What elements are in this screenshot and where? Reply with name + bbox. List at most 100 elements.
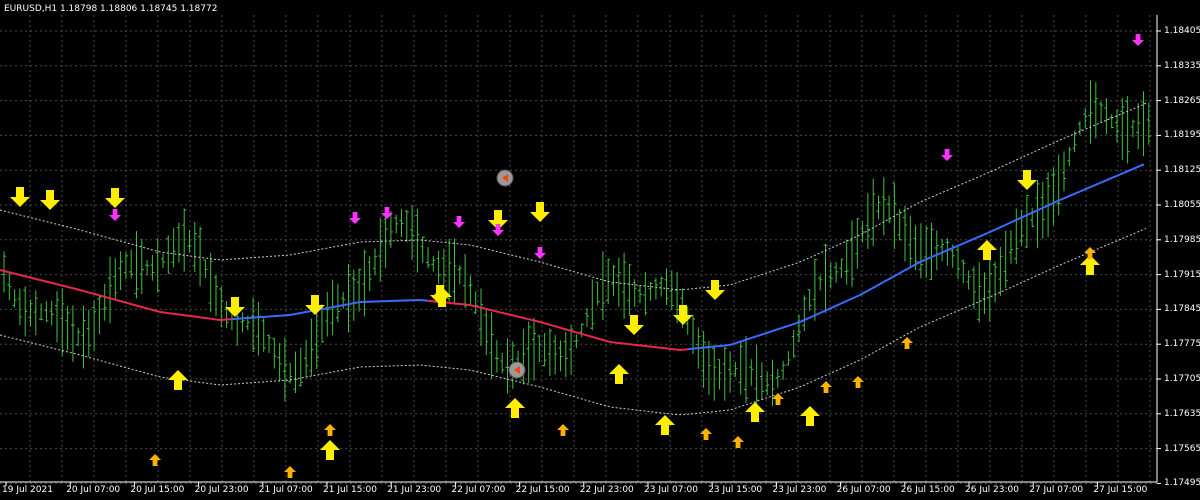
moving-average-segment xyxy=(1075,190,1081,195)
moving-average-segment xyxy=(731,342,737,346)
moving-average-segment xyxy=(763,331,769,335)
moving-average-segment xyxy=(203,316,209,320)
moving-average-segment xyxy=(1111,175,1117,179)
arrow-up-icon xyxy=(324,424,336,436)
moving-average-segment xyxy=(947,247,953,251)
time-axis-label: 21 Jul 07:00 xyxy=(258,485,313,495)
moving-average-segment xyxy=(535,320,541,323)
price-axis-label: 1.18335 xyxy=(1164,60,1200,71)
moving-average-segment xyxy=(187,314,193,318)
moving-average-segment xyxy=(599,338,605,342)
moving-average-segment xyxy=(3,270,9,273)
moving-average-segment xyxy=(863,289,869,294)
moving-average-segment xyxy=(167,312,173,315)
moving-average-segment xyxy=(855,294,861,298)
moving-average-segment xyxy=(79,289,85,293)
moving-average-segment xyxy=(559,326,565,330)
price-axis-label: 1.17775 xyxy=(1164,339,1200,350)
moving-average-segment xyxy=(191,315,197,318)
moving-average-segment xyxy=(959,242,965,246)
moving-average-segment xyxy=(1043,204,1049,209)
arrow-down-icon xyxy=(1017,170,1037,190)
moving-average-segment xyxy=(759,332,765,337)
moving-average-segment xyxy=(1051,200,1057,205)
price-bars xyxy=(2,80,1151,409)
envelope-bands xyxy=(0,102,1147,416)
moving-average-segment xyxy=(895,272,901,277)
price-axis-label: 1.17635 xyxy=(1164,408,1200,419)
moving-average-segment xyxy=(511,314,517,318)
moving-average-segment xyxy=(791,322,797,326)
time-axis-label: 27 Jul 15:00 xyxy=(1093,485,1148,495)
moving-average-segment xyxy=(1027,211,1033,216)
moving-average-segment xyxy=(567,329,573,333)
moving-average-segment xyxy=(63,285,69,288)
moving-average-segment xyxy=(903,267,909,272)
moving-average-segment xyxy=(343,303,349,306)
moving-average-segment xyxy=(303,310,309,314)
arrow-up-icon xyxy=(901,337,913,349)
time-axis-label: 21 Jul 23:00 xyxy=(387,485,442,495)
moving-average-segment xyxy=(851,295,857,300)
arrow-up-icon xyxy=(745,402,765,422)
moving-average-segment xyxy=(183,314,189,317)
moving-average-segment xyxy=(515,315,521,319)
moving-average-segment xyxy=(603,339,609,343)
moving-average-segment xyxy=(47,281,53,284)
arrow-up-icon xyxy=(1084,247,1096,259)
moving-average-segment xyxy=(115,298,121,302)
moving-average-segment xyxy=(1119,171,1125,176)
arrow-down-icon xyxy=(624,315,644,335)
moving-average-segment xyxy=(151,308,157,312)
moving-average-segment xyxy=(563,327,569,331)
moving-average-segment xyxy=(843,299,849,304)
moving-average-segment xyxy=(351,301,357,305)
price-axis-label: 1.17495 xyxy=(1164,478,1200,489)
moving-average-segment xyxy=(807,315,813,320)
moving-average-segment xyxy=(39,279,45,282)
arrow-down-icon xyxy=(534,247,546,259)
moving-average-segment xyxy=(831,304,837,309)
moving-average-segment xyxy=(923,257,929,262)
moving-average-segment xyxy=(1063,195,1069,200)
moving-average-segment xyxy=(815,312,821,316)
price-axis-label: 1.18265 xyxy=(1164,95,1200,106)
moving-average-segment xyxy=(287,313,293,317)
moving-average-segment xyxy=(887,276,893,281)
moving-average-segment xyxy=(771,328,777,333)
arrow-down-icon xyxy=(349,212,361,224)
price-chart[interactable] xyxy=(0,0,1200,500)
price-axis-label: 1.17845 xyxy=(1164,304,1200,315)
moving-average-segment xyxy=(1135,165,1141,169)
moving-average-segment xyxy=(915,261,921,266)
moving-average-segment xyxy=(775,327,781,331)
moving-average-segment xyxy=(175,313,181,316)
moving-average-segment xyxy=(471,304,477,308)
lower-envelope-line xyxy=(0,227,1147,416)
moving-average-segment xyxy=(539,321,545,325)
time-axis-label: 22 Jul 23:00 xyxy=(579,485,634,495)
arrow-up-icon xyxy=(505,398,525,418)
moving-average-line xyxy=(0,163,1145,351)
moving-average-segment xyxy=(1131,166,1137,171)
arrow-up-icon xyxy=(505,398,525,418)
moving-average-segment xyxy=(987,230,993,234)
arrow-up-icon xyxy=(800,406,820,426)
moving-average-segment xyxy=(751,335,757,339)
moving-average-segment xyxy=(1115,173,1121,178)
moving-average-segment xyxy=(907,265,913,270)
moving-average-segment xyxy=(35,278,41,281)
moving-average-segment xyxy=(531,319,537,323)
arrow-up-icon xyxy=(168,370,188,390)
moving-average-segment xyxy=(51,282,57,285)
arrow-down-icon xyxy=(492,224,504,236)
moving-average-segment xyxy=(871,285,877,290)
moving-average-segment xyxy=(995,226,1001,231)
moving-average-segment xyxy=(787,323,793,327)
moving-average-segment xyxy=(91,292,97,296)
moving-average-segment xyxy=(207,317,213,320)
arrow-up-icon xyxy=(901,337,913,349)
moving-average-segment xyxy=(523,317,529,321)
chart-title: EURUSD,H1 1.18798 1.18806 1.18745 1.1877… xyxy=(4,4,218,14)
chart-window[interactable]: EURUSD,H1 1.18798 1.18806 1.18745 1.1877… xyxy=(0,0,1200,500)
